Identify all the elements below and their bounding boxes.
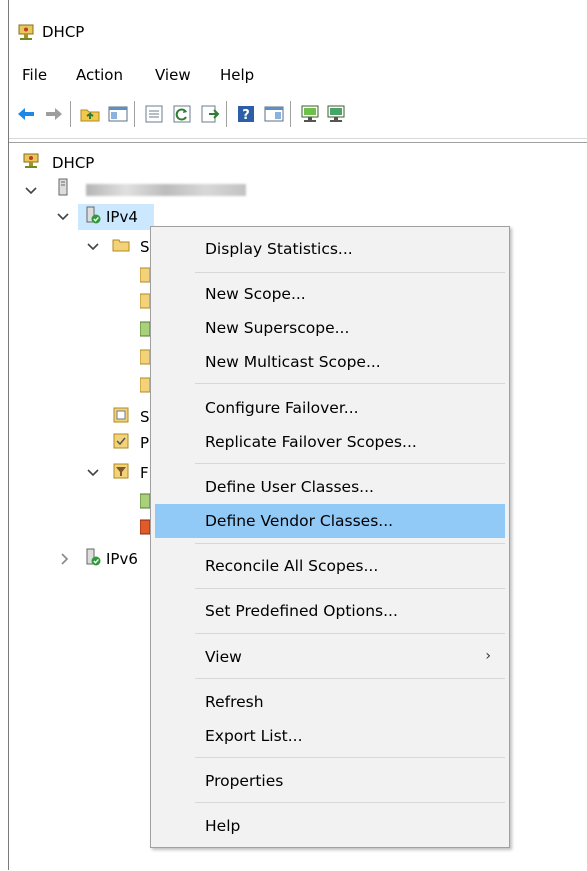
menu-item-label: Display Statistics... (205, 240, 353, 258)
chevron-down-icon[interactable] (24, 184, 38, 198)
up-folder-icon[interactable] (80, 104, 100, 124)
menu-item-properties[interactable]: Properties (155, 764, 505, 798)
menu-item-label: Export List... (205, 727, 303, 745)
unauthorize-server-icon[interactable] (326, 104, 346, 124)
menu-item-label: Refresh (205, 693, 264, 711)
menu-item-help[interactable]: Help (155, 809, 505, 843)
properties-icon[interactable] (144, 104, 164, 124)
menu-item-define-user-classes[interactable]: Define User Classes... (155, 470, 505, 504)
title-bar (9, 0, 587, 58)
menu-item-label: Define Vendor Classes... (205, 512, 394, 530)
menu-item-label: View (205, 648, 242, 666)
svg-text:?: ? (242, 108, 250, 123)
refresh-icon[interactable] (172, 104, 192, 124)
menu-separator (195, 272, 505, 273)
tree-item-label: S (140, 238, 150, 256)
menu-item-replicate-failover-scopes[interactable]: Replicate Failover Scopes... (155, 425, 505, 459)
menu-item-new-scope[interactable]: New Scope... (155, 277, 505, 311)
show-hide-tree-icon[interactable] (108, 104, 128, 124)
menu-separator (195, 633, 505, 634)
reservations-icon (140, 321, 150, 337)
export-icon[interactable] (200, 104, 220, 124)
back-icon[interactable] (16, 104, 36, 124)
policies-icon (113, 433, 129, 449)
action-pane-icon[interactable] (264, 104, 284, 124)
menu-item-configure-failover[interactable]: Configure Failover... (155, 391, 505, 425)
dhcp-app-icon (18, 24, 34, 40)
server-name-redacted[interactable] (86, 184, 246, 196)
menu-help[interactable]: Help (220, 66, 254, 84)
menu-item-define-vendor-classes[interactable]: Define Vendor Classes... (155, 504, 505, 538)
menu-separator (195, 383, 505, 384)
context-menu: Display Statistics... New Scope... New S… (150, 226, 510, 848)
address-pool-icon (140, 267, 150, 283)
menu-item-label: New Superscope... (205, 319, 350, 337)
authorize-server-icon[interactable] (300, 104, 320, 124)
folder-icon (112, 239, 130, 252)
menu-item-reconcile-all-scopes[interactable]: Reconcile All Scopes... (155, 549, 505, 583)
menu-separator (195, 757, 505, 758)
menu-separator (195, 588, 505, 589)
policies-child-icon (140, 377, 150, 393)
chevron-down-icon[interactable] (86, 240, 100, 254)
ipv4-node-icon (86, 206, 101, 224)
menu-file[interactable]: File (22, 66, 47, 84)
server-options-icon (113, 407, 129, 423)
menu-item-export-list[interactable]: Export List... (155, 719, 505, 753)
menu-item-new-multicast-scope[interactable]: New Multicast Scope... (155, 345, 505, 379)
ipv6-node-icon (86, 548, 101, 566)
toolbar-separator (70, 101, 71, 127)
menu-separator (195, 802, 505, 803)
menu-item-view[interactable]: View › (155, 640, 505, 674)
chevron-right-icon[interactable] (58, 552, 72, 566)
tree-item-label: F (140, 464, 149, 482)
address-leases-icon (140, 293, 150, 309)
server-icon (58, 178, 68, 196)
allow-filter-icon (140, 493, 150, 509)
filters-icon (113, 463, 129, 479)
menu-item-label: Help (205, 817, 241, 835)
menu-separator (195, 463, 505, 464)
window-title: DHCP (42, 23, 85, 41)
toolbar-separator (290, 101, 291, 127)
menu-item-label: Reconcile All Scopes... (205, 557, 379, 575)
menu-item-label: New Multicast Scope... (205, 353, 381, 371)
menu-item-label: Define User Classes... (205, 478, 374, 496)
tree-item-label: IPv6 (106, 550, 138, 568)
menu-item-set-predefined-options[interactable]: Set Predefined Options... (155, 594, 505, 628)
menu-item-label: Configure Failover... (205, 399, 359, 417)
menu-item-display-statistics[interactable]: Display Statistics... (155, 232, 505, 266)
tree-item-label: P (140, 434, 150, 452)
menu-view[interactable]: View (155, 66, 191, 84)
forward-icon[interactable] (44, 104, 64, 124)
chevron-down-icon[interactable] (56, 210, 70, 224)
menu-item-refresh[interactable]: Refresh (155, 685, 505, 719)
chevron-down-icon[interactable] (86, 466, 100, 480)
menu-item-new-superscope[interactable]: New Superscope... (155, 311, 505, 345)
menu-separator (195, 543, 505, 544)
help-icon[interactable]: ? (236, 104, 256, 124)
toolbar-separator (226, 101, 227, 127)
tree-item-label: DHCP (52, 154, 95, 172)
submenu-arrow-icon: › (485, 648, 491, 664)
menu-action[interactable]: Action (76, 66, 123, 84)
tree-item-label: S (140, 408, 150, 426)
toolbar-separator (134, 101, 135, 127)
menu-item-label: Replicate Failover Scopes... (205, 433, 417, 451)
scope-options-icon (140, 349, 150, 365)
menu-separator (195, 678, 505, 679)
deny-filter-icon (140, 519, 150, 535)
menu-item-label: Set Predefined Options... (205, 602, 398, 620)
menu-item-label: New Scope... (205, 285, 306, 303)
tree-item-label: IPv4 (106, 208, 138, 226)
dhcp-root-icon (23, 153, 39, 168)
menu-item-label: Properties (205, 772, 284, 790)
